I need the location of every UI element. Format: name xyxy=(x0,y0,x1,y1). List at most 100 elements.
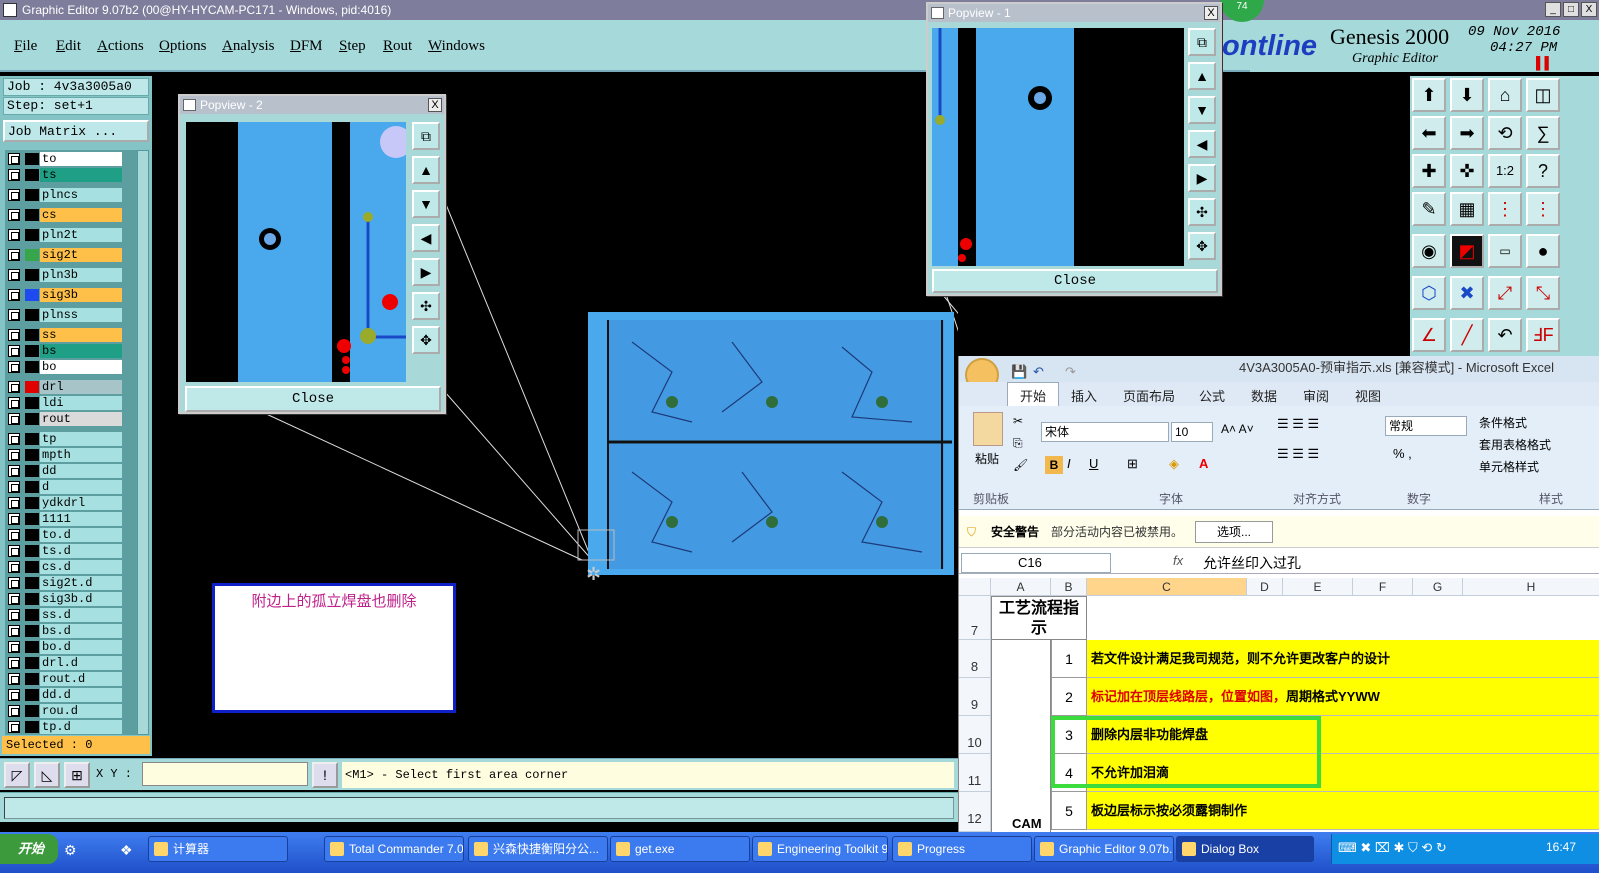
cell-b9[interactable]: 2 xyxy=(1051,678,1087,716)
tab-formulas[interactable]: 公式 xyxy=(1199,386,1225,405)
layer-row[interactable]: ydkdrl xyxy=(5,496,137,510)
conditional-format-button[interactable]: 条件格式 xyxy=(1479,414,1527,431)
layer-color-swatch[interactable] xyxy=(25,381,39,393)
cell-c12[interactable]: 板边层标示按必须露铜制作 xyxy=(1087,792,1599,830)
layer-checkbox[interactable] xyxy=(8,153,20,165)
zoom-in-icon[interactable]: ✣ xyxy=(1188,198,1216,226)
align-top-icon[interactable]: ☰ ☰ ☰ xyxy=(1277,416,1319,432)
warning-icon[interactable]: ! xyxy=(312,762,338,788)
layer-name[interactable]: ss xyxy=(40,328,122,342)
layer-row[interactable]: sig2t.d xyxy=(5,576,137,590)
layer-row[interactable]: d xyxy=(5,480,137,494)
pan-left-tool-icon[interactable]: ⬅ xyxy=(1412,116,1446,150)
zoom-out-icon[interactable]: ✥ xyxy=(1188,232,1216,260)
layer-checkbox[interactable] xyxy=(8,481,20,493)
layer-checkbox[interactable] xyxy=(8,625,20,637)
layer-checkbox[interactable] xyxy=(8,189,20,201)
menu-step[interactable]: Step xyxy=(339,38,366,55)
cell-b12[interactable]: 5 xyxy=(1051,792,1087,830)
layer-row[interactable]: rout.d xyxy=(5,672,137,686)
layer-name[interactable]: rout.d xyxy=(40,672,122,686)
snap-icon[interactable]: ∑ xyxy=(1526,116,1560,150)
layer-color-swatch[interactable] xyxy=(25,705,39,717)
zoom-out-icon[interactable]: ✥ xyxy=(412,326,440,354)
layer-color-swatch[interactable] xyxy=(25,209,39,221)
layer-color-swatch[interactable] xyxy=(25,449,39,461)
grid-tool-icon[interactable]: ⊞ xyxy=(64,762,90,788)
row-header[interactable]: 11 xyxy=(959,754,991,792)
layer-row[interactable]: to xyxy=(5,152,137,166)
pan-down-icon[interactable]: ▼ xyxy=(412,190,440,218)
tab-data[interactable]: 数据 xyxy=(1251,386,1277,405)
measure-line-icon[interactable]: ◩ xyxy=(1450,234,1484,268)
popview-1-close-button[interactable]: Close xyxy=(932,269,1218,293)
layer-color-swatch[interactable] xyxy=(25,513,39,525)
tray-icons[interactable]: ⌨ ✖ ⌧ ✱ ⛉ ⟲ ↻ xyxy=(1338,840,1447,856)
layer-checkbox[interactable] xyxy=(8,673,20,685)
layer-row[interactable]: pln2t xyxy=(5,228,137,242)
pan-right-icon[interactable]: ▶ xyxy=(412,258,440,286)
layer-name[interactable]: pln2t xyxy=(40,228,122,242)
redo-icon[interactable]: ↷ xyxy=(1065,360,1076,384)
task-xingsen[interactable]: 兴森快捷衡阳分公... xyxy=(468,836,608,862)
layer-color-swatch[interactable] xyxy=(25,481,39,493)
font-color-icon[interactable]: A xyxy=(1199,456,1208,471)
cell-b8[interactable]: 1 xyxy=(1051,640,1087,678)
layer-name[interactable]: dd xyxy=(40,464,122,478)
select-all-corner[interactable] xyxy=(959,578,991,596)
row-header[interactable]: 12 xyxy=(959,792,991,832)
layer-row[interactable]: dd xyxy=(5,464,137,478)
layer-checkbox[interactable] xyxy=(8,397,20,409)
layer-color-swatch[interactable] xyxy=(25,545,39,557)
merged-cell-a[interactable]: CAM xyxy=(991,640,1051,832)
reset-view-icon[interactable]: ⟲ xyxy=(1488,116,1522,150)
layer-checkbox[interactable] xyxy=(8,269,20,281)
layer-row[interactable]: tp.d xyxy=(5,720,137,734)
layer-color-swatch[interactable] xyxy=(25,345,39,357)
layer-checkbox[interactable] xyxy=(8,289,20,301)
pan-up-icon[interactable]: ▲ xyxy=(412,156,440,184)
paste-button[interactable]: 粘贴 xyxy=(975,450,999,467)
task-total-commander[interactable]: Total Commander 7.0... xyxy=(324,836,464,862)
layer-color-swatch[interactable] xyxy=(25,657,39,669)
pan-left-icon[interactable]: ◀ xyxy=(1188,130,1216,158)
popview-2-canvas[interactable] xyxy=(186,122,406,382)
layer-checkbox[interactable] xyxy=(8,497,20,509)
zoom-out-tool-icon[interactable]: ✜ xyxy=(1450,154,1484,188)
layer-checkbox[interactable] xyxy=(8,705,20,717)
layer-color-swatch[interactable] xyxy=(25,625,39,637)
number-format-select[interactable]: 常规 xyxy=(1385,416,1467,436)
col-header[interactable]: A xyxy=(991,578,1051,596)
task-engineering-toolkit[interactable]: Engineering Toolkit 9.... xyxy=(752,836,888,862)
col-header[interactable]: D xyxy=(1247,578,1283,596)
layer-checkbox[interactable] xyxy=(8,309,20,321)
layer-row[interactable]: drl xyxy=(5,380,137,394)
layer-checkbox[interactable] xyxy=(8,449,20,461)
layer-row[interactable]: sig3b xyxy=(5,288,137,302)
layer-color-swatch[interactable] xyxy=(25,289,39,301)
header-cell[interactable]: 工艺流程指示 xyxy=(991,596,1087,640)
layer-checkbox[interactable] xyxy=(8,657,20,669)
layer-color-swatch[interactable] xyxy=(25,497,39,509)
row-header[interactable]: 8 xyxy=(959,640,991,678)
layer-color-swatch[interactable] xyxy=(25,609,39,621)
pan-up-icon[interactable]: ▲ xyxy=(1188,62,1216,90)
angle-icon[interactable]: ∠ xyxy=(1412,318,1446,352)
layer-color-swatch[interactable] xyxy=(25,361,39,373)
task-get-exe[interactable]: get.exe xyxy=(610,836,750,862)
col-header[interactable]: H xyxy=(1463,578,1599,596)
layer-checkbox[interactable] xyxy=(8,361,20,373)
layer-row[interactable]: cs xyxy=(5,208,137,222)
layer-row[interactable]: ss.d xyxy=(5,608,137,622)
layer-scrollbar[interactable] xyxy=(137,150,149,735)
formula-input[interactable]: 允许丝印入过孔 xyxy=(1203,553,1301,573)
menu-analysis[interactable]: Analysis xyxy=(222,38,275,55)
layer-name[interactable]: rout xyxy=(40,412,122,426)
task-calculator[interactable]: 计算器 xyxy=(148,836,288,862)
menu-dfm[interactable]: DFM xyxy=(290,38,323,55)
layer-color-swatch[interactable] xyxy=(25,169,39,181)
layer-name[interactable]: ss.d xyxy=(40,608,122,622)
copy-icon[interactable]: ⎘ xyxy=(1013,436,1023,451)
fill-color-icon[interactable]: ◈ xyxy=(1169,456,1179,472)
table-format-button[interactable]: 套用表格格式 xyxy=(1479,436,1551,453)
